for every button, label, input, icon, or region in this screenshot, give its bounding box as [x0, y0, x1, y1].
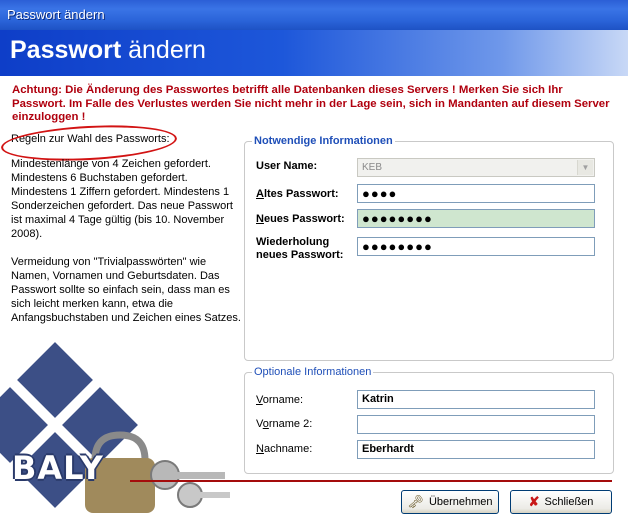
- dialog-title: Passwort ändern: [10, 36, 206, 64]
- repeat-password-label: Wiederholung neues Passwort:: [256, 236, 344, 261]
- divider-line: [130, 480, 612, 482]
- rules-paragraph: Vermeidung von "Trivialpasswörten" wie N…: [11, 256, 241, 324]
- repeat-password-field[interactable]: ●●●●●●●●: [357, 237, 595, 256]
- firstname2-field[interactable]: [357, 415, 595, 434]
- old-password-mask: ●●●●: [362, 186, 398, 201]
- username-label: User Name:: [256, 160, 318, 172]
- rules-text: Mindestenlänge von 4 Zeichen gefordert. …: [11, 157, 241, 339]
- required-info-legend: Notwendige Informationen: [252, 135, 395, 147]
- username-value: KEB: [362, 162, 383, 173]
- lastname-label: Nachname:: [256, 443, 313, 455]
- username-dropdown[interactable]: KEB ▼: [357, 158, 595, 177]
- optional-info-legend: Optionale Informationen: [252, 366, 374, 378]
- firstname2-label: Vorname 2:: [256, 418, 313, 430]
- old-password-label: Altes Passwort:: [256, 188, 339, 200]
- new-password-field[interactable]: ●●●●●●●●: [357, 209, 595, 228]
- repeat-password-mask: ●●●●●●●●: [362, 239, 433, 254]
- old-password-field[interactable]: ●●●●: [357, 184, 595, 203]
- firstname-label: Vorname:: [256, 394, 304, 406]
- warning-text: Achtung: Die Änderung des Passwortes bet…: [12, 84, 610, 123]
- key-icon: 🗝: [407, 494, 424, 509]
- lastname-field[interactable]: Eberhardt: [357, 440, 595, 459]
- new-password-label: Neues Passwort:: [256, 213, 345, 225]
- chevron-down-icon[interactable]: ▼: [577, 160, 593, 175]
- logo-text: BALY: [12, 449, 104, 487]
- firstname-field[interactable]: Katrin: [357, 390, 595, 409]
- apply-button-label: Übernehmen: [428, 496, 493, 508]
- close-button-label: Schließen: [544, 496, 594, 508]
- dialog-header: Passwort ändern: [0, 30, 628, 76]
- close-button[interactable]: ✘ Schließen: [510, 490, 612, 514]
- window-titlebar[interactable]: Passwort ändern: [0, 0, 628, 30]
- close-icon: ✘: [528, 494, 540, 509]
- rules-paragraph: Mindestenlänge von 4 Zeichen gefordert. …: [11, 158, 233, 240]
- window-title: Passwort ändern: [7, 7, 105, 22]
- apply-button[interactable]: 🗝 Übernehmen: [401, 490, 499, 514]
- new-password-mask: ●●●●●●●●: [362, 211, 433, 226]
